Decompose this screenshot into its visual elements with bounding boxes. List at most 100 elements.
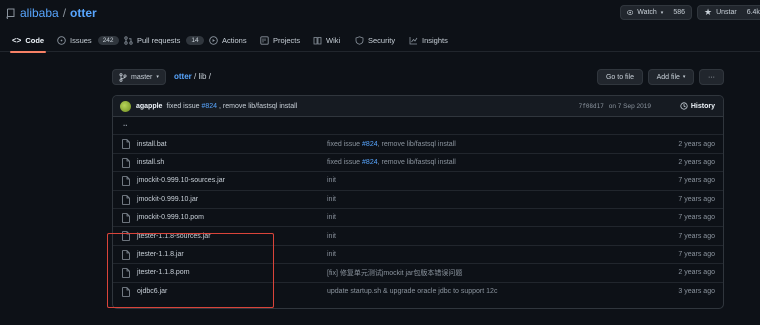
file-icon: [122, 194, 130, 205]
add-file-label: Add file: [656, 73, 680, 81]
file-icon: [122, 268, 130, 278]
file-row[interactable]: jtester-1.1.8.pom [fix] 修复单元测试jmockit ja…: [113, 264, 723, 283]
file-row[interactable]: install.bat fixed issue #824, remove lib…: [113, 135, 723, 154]
breadcrumb-repo-link[interactable]: otter: [174, 72, 192, 81]
file-row[interactable]: jmockit-0.999.10-sources.jar init 7 year…: [113, 172, 723, 191]
go-to-file-button[interactable]: Go to file: [597, 69, 643, 85]
file-commit-message: init: [327, 177, 336, 184]
book-icon: [313, 37, 322, 45]
file-commit-age: 2 years ago: [678, 140, 715, 148]
file-row[interactable]: jtester-1.1.8.jar init 7 years ago: [113, 246, 723, 265]
file-name-link[interactable]: jtester-1.1.8-sources.jar: [137, 233, 211, 240]
file-commit-message-text: update startup.sh & upgrade oracle jdbc …: [327, 288, 498, 296]
tab-code[interactable]: <> Code: [9, 30, 47, 53]
watch-button[interactable]: Watch ▾ 586: [620, 5, 692, 20]
file-row[interactable]: jmockit-0.999.10.jar init 7 years ago: [113, 191, 723, 209]
history-label: History: [690, 102, 715, 110]
file-commit-message-text: fixed issue: [327, 140, 363, 148]
file-row[interactable]: install.sh fixed issue #824, remove lib/…: [113, 154, 723, 173]
file-row[interactable]: jmockit-0.999.10.pom init 7 years ago: [113, 209, 723, 228]
file-name-link[interactable]: jtester-1.1.8.jar: [137, 251, 184, 258]
file-commit-message: update startup.sh & upgrade oracle jdbc …: [327, 288, 497, 295]
file-row[interactable]: ojdbc6.jar update startup.sh & upgrade o…: [113, 283, 723, 301]
parent-directory-row[interactable]: ..: [113, 117, 723, 136]
file-commit-message: [fix] 修复单元测试jmockit jar包版本错误问题: [327, 268, 462, 278]
file-list: agapple fixed issue #824 , remove lib/fa…: [112, 95, 724, 309]
file-commit-age: 2 years ago: [678, 269, 715, 277]
unstar-label: Unstar: [716, 9, 737, 16]
tab-label: Issues: [70, 36, 92, 45]
tab-projects[interactable]: Projects: [260, 30, 300, 52]
more-options-button[interactable]: ···: [699, 69, 724, 85]
file-commit-issue-link[interactable]: #824: [362, 159, 378, 166]
add-file-button[interactable]: Add file ▾: [648, 69, 694, 85]
latest-commit-bar: agapple fixed issue #824 , remove lib/fa…: [113, 96, 723, 117]
file-icon: [122, 249, 130, 260]
tab-label: Pull requests: [137, 36, 181, 45]
tab-label: Actions: [222, 36, 247, 45]
file-name-link[interactable]: ojdbc6.jar: [137, 288, 167, 295]
file-commit-message-text: init: [327, 232, 336, 240]
file-commit-message: init: [327, 196, 336, 203]
chevron-down-icon: ▾: [660, 9, 664, 16]
graph-icon: [409, 37, 418, 45]
file-icon: [122, 231, 130, 242]
repo-icon: [6, 8, 15, 19]
file-icon: [122, 157, 130, 168]
file-name-link[interactable]: jmockit-0.999.10.pom: [137, 214, 204, 221]
tab-label: Insights: [422, 36, 448, 45]
file-name-link[interactable]: jmockit-0.999.10-sources.jar: [137, 177, 225, 184]
breadcrumb-separator: /: [194, 72, 197, 81]
parent-directory-link[interactable]: ..: [123, 119, 127, 128]
commit-author[interactable]: agapple: [136, 103, 162, 110]
repo-owner-link[interactable]: alibaba: [20, 6, 59, 20]
file-icon: [122, 139, 130, 150]
commit-issue-link[interactable]: #824: [201, 103, 217, 110]
avatar[interactable]: [120, 100, 131, 112]
file-commit-age: 7 years ago: [678, 250, 715, 258]
unstar-button[interactable]: ★ Unstar 6.4k: [697, 5, 760, 20]
kebab-icon: ···: [708, 73, 715, 81]
tab-label: Projects: [273, 36, 301, 45]
commit-message-prefix: fixed issue: [166, 102, 200, 110]
tab-issues[interactable]: Issues 242: [57, 30, 119, 52]
tab-wiki[interactable]: Wiki: [313, 30, 340, 52]
pull-requests-count-badge: 14: [186, 36, 204, 45]
file-commit-issue-link[interactable]: #824: [362, 141, 378, 148]
history-button[interactable]: History: [680, 102, 715, 110]
shield-icon: [355, 36, 364, 45]
watch-label: Watch: [637, 9, 657, 16]
file-commit-age: 7 years ago: [678, 177, 715, 185]
file-commit-age: 2 years ago: [678, 158, 715, 166]
commit-date: on 7 Sep 2019: [608, 102, 651, 110]
file-icon: [122, 286, 130, 297]
tab-label: Security: [368, 36, 396, 45]
breadcrumb: otter / lib /: [174, 72, 211, 81]
file-commit-message: fixed issue #824, remove lib/fastsql ins…: [327, 159, 456, 166]
repo-name-link[interactable]: otter: [70, 6, 97, 20]
branch-select-button[interactable]: master ▾: [112, 69, 166, 85]
file-commit-message: init: [327, 214, 336, 221]
tab-actions[interactable]: Actions: [209, 30, 247, 52]
go-to-file-label: Go to file: [605, 73, 634, 81]
tab-label: Wiki: [326, 36, 341, 45]
branch-icon: [119, 72, 127, 82]
file-name-link[interactable]: install.sh: [137, 159, 164, 166]
file-name-link[interactable]: jmockit-0.999.10.jar: [137, 196, 198, 203]
tab-security[interactable]: Security: [355, 30, 395, 52]
file-icon: [122, 213, 130, 223]
repo-title: alibaba / otter: [6, 6, 97, 20]
tab-label: Code: [25, 36, 45, 45]
issues-count-badge: 242: [97, 36, 119, 45]
file-name-link[interactable]: install.bat: [137, 141, 167, 148]
commit-sha[interactable]: 7f08d17: [579, 103, 604, 110]
file-commit-message-suffix: , remove lib/fastsql install: [377, 158, 456, 166]
breadcrumb-separator: /: [208, 72, 211, 81]
tab-insights[interactable]: Insights: [409, 30, 448, 52]
watch-count: 586: [673, 9, 685, 16]
play-icon: [209, 36, 218, 45]
file-name-link[interactable]: jtester-1.1.8.pom: [137, 269, 190, 276]
file-icon: [122, 176, 130, 186]
file-row[interactable]: jtester-1.1.8-sources.jar init 7 years a…: [113, 227, 723, 246]
tab-pull-requests[interactable]: Pull requests 14: [124, 30, 204, 52]
